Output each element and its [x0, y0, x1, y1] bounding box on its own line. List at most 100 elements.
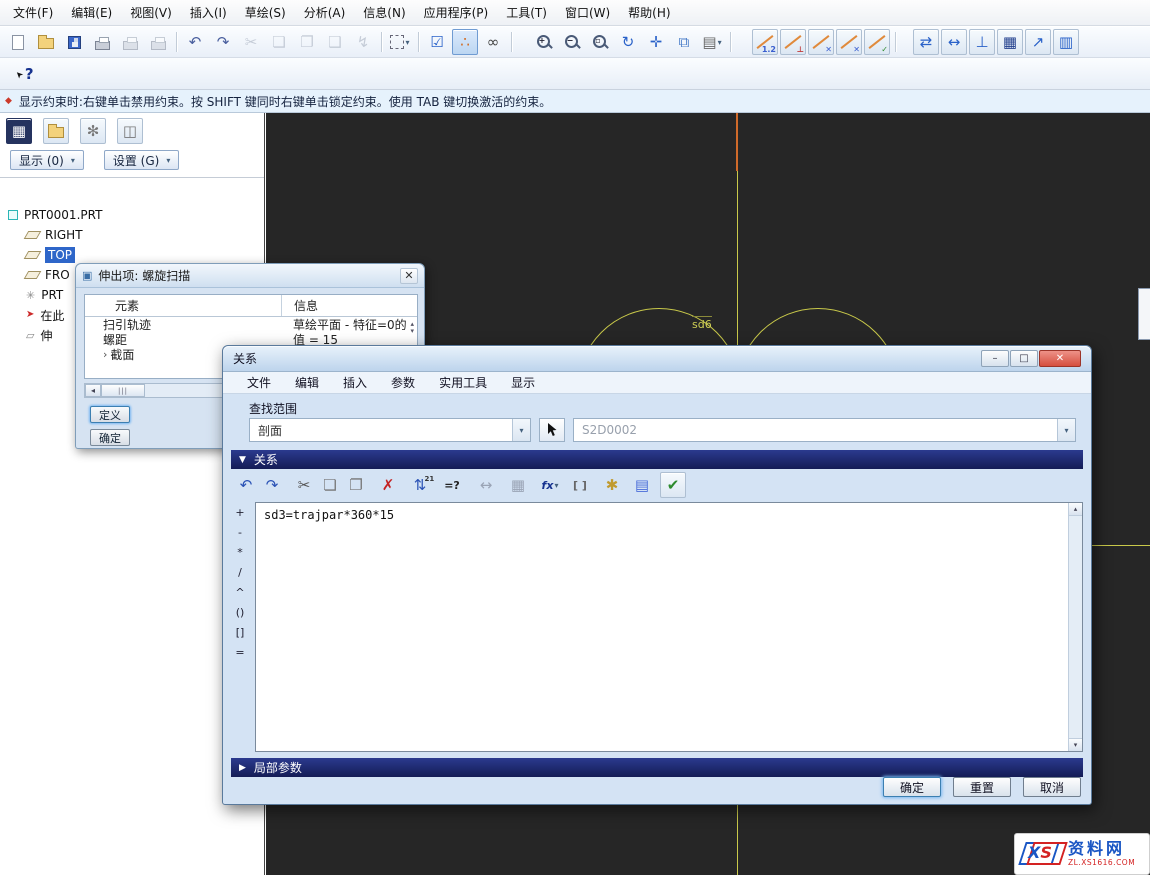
scroll-down-icon[interactable]: ▾	[410, 328, 414, 335]
selection-filter-icon[interactable]: ▾	[388, 30, 412, 54]
favorites-icon[interactable]: ✻	[80, 118, 106, 144]
menu-sketch[interactable]: 草绘(S)	[236, 0, 295, 25]
chevron-down-icon[interactable]: ▾	[1057, 419, 1075, 441]
operator-power-button[interactable]: ^	[232, 584, 248, 601]
relations-editor[interactable]: sd3=trajpar*360*15 ▴ ▾	[255, 502, 1083, 752]
show-constraints-toggle-icon[interactable]: ⊥	[780, 29, 806, 55]
units-convert-icon[interactable]: ↔	[474, 473, 498, 497]
clipped-toolbar-icon[interactable]: ▥	[1053, 29, 1079, 55]
cancel-button[interactable]: 取消	[1023, 777, 1081, 797]
show-vertices-toggle-icon[interactable]: ✕	[836, 29, 862, 55]
quick-print-icon[interactable]	[146, 30, 170, 54]
paste-icon[interactable]: ❐	[344, 473, 368, 497]
object-select[interactable]: S2D0002 ▾	[573, 418, 1076, 442]
print-preview-icon[interactable]	[118, 30, 142, 54]
menu-view[interactable]: 视图(V)	[121, 0, 181, 25]
ok-button[interactable]: 确定	[90, 429, 130, 446]
select-arrow-button[interactable]	[539, 418, 565, 442]
open-file-icon[interactable]	[34, 30, 58, 54]
operator-equals-button[interactable]: =	[232, 644, 248, 661]
menu-utilities[interactable]: 实用工具	[427, 374, 499, 391]
refit-icon[interactable]: ▫	[588, 30, 612, 54]
folder-browser-icon[interactable]	[43, 118, 69, 144]
sketch-orient-icon[interactable]: ⇄	[913, 29, 939, 55]
dialog-title-bar[interactable]: 关系 – □ ✕	[223, 346, 1091, 372]
dimension-label[interactable]: sd6	[692, 316, 712, 331]
verify-relations-icon[interactable]: =?	[440, 473, 464, 497]
maximize-icon[interactable]: □	[1010, 350, 1038, 367]
undo-icon[interactable]: ↶	[183, 30, 207, 54]
insert-image-icon[interactable]: ▦	[506, 473, 530, 497]
menu-insert[interactable]: 插入	[331, 374, 379, 391]
sketch-done-icon[interactable]: ↗	[1025, 29, 1051, 55]
paste-special-icon[interactable]: ❑	[323, 30, 347, 54]
spectacles-icon[interactable]: ∞	[481, 30, 505, 54]
menu-show[interactable]: 显示	[499, 374, 547, 391]
operator-plus-button[interactable]: +	[232, 504, 248, 521]
tree-item-prt0001[interactable]: PRT0001.PRT	[8, 205, 262, 225]
redo-icon[interactable]: ↷	[211, 30, 235, 54]
menu-insert[interactable]: 插入(I)	[181, 0, 236, 25]
menu-parameters[interactable]: 参数	[379, 374, 427, 391]
menu-window[interactable]: 窗口(W)	[556, 0, 619, 25]
layers-icon[interactable]: ⧉	[672, 30, 696, 54]
scrollbar-thumb[interactable]: |||	[101, 384, 145, 397]
scrollbar-track[interactable]	[1069, 516, 1082, 738]
operator-parentheses-button[interactable]: ()	[232, 604, 248, 621]
horizontal-ref-icon[interactable]: ↔	[941, 29, 967, 55]
operator-brackets-button[interactable]: []	[232, 624, 248, 641]
tree-settings-button[interactable]: 设置 (G) ▾	[104, 150, 180, 170]
saved-views-icon[interactable]: ▤▾	[700, 30, 724, 54]
expander-icon[interactable]: ›	[103, 348, 107, 361]
menu-applications[interactable]: 应用程序(P)	[415, 0, 498, 25]
vertical-ref-icon[interactable]: ⊥	[969, 29, 995, 55]
copy-icon[interactable]: ❏	[318, 473, 342, 497]
table-row[interactable]: 扫引轨迹 草绘平面 - 特征=0的	[85, 317, 417, 332]
operator-divide-button[interactable]: /	[232, 564, 248, 581]
show-dimensions-toggle-icon[interactable]: 1.2	[752, 29, 778, 55]
regenerate-icon[interactable]: ↯	[351, 30, 375, 54]
vertical-scrollbar[interactable]: ▴ ▾	[1068, 503, 1082, 751]
ok-button[interactable]: 确定	[883, 777, 941, 797]
brackets-icon[interactable]: [ ]	[568, 473, 592, 497]
scroll-up-icon[interactable]: ▴	[1069, 503, 1082, 516]
lookin-select[interactable]: 剖面 ▾	[249, 418, 531, 442]
tree-item-right[interactable]: RIGHT	[8, 225, 262, 245]
cut-icon[interactable]: ✂	[292, 473, 316, 497]
access-control-icon[interactable]: ✱	[600, 473, 624, 497]
execute-verify-icon[interactable]: ✔	[660, 472, 686, 498]
undo-icon[interactable]: ↶	[234, 473, 258, 497]
chevron-down-icon[interactable]: ▾	[512, 419, 530, 441]
menu-analysis[interactable]: 分析(A)	[295, 0, 355, 25]
model-tree-icon[interactable]: ▦	[6, 118, 32, 144]
pan-icon[interactable]: ✛	[644, 30, 668, 54]
zoom-out-icon[interactable]: −	[560, 30, 584, 54]
minimize-icon[interactable]: –	[981, 350, 1009, 367]
show-locks-toggle-icon[interactable]: ✓	[864, 29, 890, 55]
sketcher-setup-icon[interactable]: ☑	[425, 30, 449, 54]
menu-help[interactable]: 帮助(H)	[619, 0, 679, 25]
zoom-in-icon[interactable]: +	[532, 30, 556, 54]
tree-show-button[interactable]: 显示 (0) ▾	[10, 150, 84, 170]
delete-icon[interactable]: ✗	[376, 473, 400, 497]
context-help-icon[interactable]: ➤ ?	[12, 63, 38, 85]
tree-item-top[interactable]: TOP	[8, 245, 262, 265]
parameter-report-icon[interactable]: ▤	[630, 473, 654, 497]
menu-edit[interactable]: 编辑(E)	[62, 0, 121, 25]
repaint-icon[interactable]: ↻	[616, 30, 640, 54]
show-grid-toggle-icon[interactable]: ✕	[808, 29, 834, 55]
sort-relations-icon[interactable]: ⇅21	[408, 473, 432, 497]
menu-file[interactable]: 文件	[235, 374, 283, 391]
scroll-down-icon[interactable]: ▾	[1069, 738, 1082, 751]
menu-tools[interactable]: 工具(T)	[497, 0, 556, 25]
operator-multiply-button[interactable]: *	[232, 544, 248, 561]
relations-section-header[interactable]: ▼ 关系	[231, 450, 1083, 469]
copy-icon[interactable]: ❏	[267, 30, 291, 54]
print-icon[interactable]	[90, 30, 114, 54]
menu-info[interactable]: 信息(N)	[354, 0, 414, 25]
grid-settings-icon[interactable]: ▦	[997, 29, 1023, 55]
table-scroll-arrows[interactable]: ▴ ▾	[410, 321, 414, 335]
save-icon[interactable]	[62, 30, 86, 54]
paste-icon[interactable]: ❐	[295, 30, 319, 54]
scroll-left-icon[interactable]: ◂	[85, 384, 101, 397]
